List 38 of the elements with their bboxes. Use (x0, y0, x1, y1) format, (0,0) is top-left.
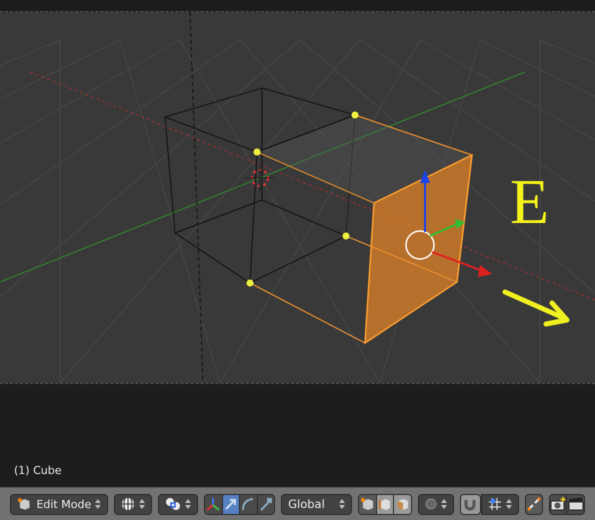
shading-dropdown[interactable] (114, 494, 152, 514)
snap-element-dropdown[interactable] (480, 494, 519, 514)
orientation-dropdown[interactable]: Global (281, 494, 352, 514)
circle-icon (424, 498, 437, 510)
object-label: (1) Cube (14, 464, 62, 477)
updown-icon (139, 498, 145, 510)
manipulator-toggle[interactable] (222, 494, 240, 514)
select-mode-toggle[interactable] (376, 494, 394, 514)
updown-icon (339, 498, 346, 510)
mode-dropdown[interactable]: Edit Mode (10, 494, 108, 514)
annotation-letter: E (510, 166, 550, 237)
arrows-inward-icon (526, 497, 541, 511)
arrow-drawing (502, 290, 570, 326)
grid-icon (488, 497, 502, 511)
pivot-icon (165, 497, 181, 511)
axes-icon (205, 496, 222, 512)
select-mode-toggle[interactable] (394, 494, 411, 514)
snap-toggle[interactable] (460, 494, 481, 514)
3d-cursor (246, 164, 274, 192)
cube-vertex-icon (360, 496, 376, 512)
updown-icon (95, 498, 101, 510)
cube-vertex-icon (17, 496, 32, 512)
select-mode-toggle[interactable] (359, 494, 377, 514)
updown-icon (185, 498, 191, 510)
globe-icon (121, 497, 135, 511)
manipulator-toggle[interactable] (205, 494, 223, 514)
manipulator-toggle[interactable] (258, 494, 274, 514)
pivot-dropdown[interactable] (158, 494, 198, 514)
manipulator-toggle[interactable] (240, 494, 258, 514)
render-animation-button[interactable] (567, 494, 584, 514)
magnet-icon (463, 497, 478, 511)
arrow-icon (222, 496, 239, 512)
pin-button[interactable] (524, 494, 543, 514)
scale-handle-icon (258, 496, 274, 512)
proportional-dropdown[interactable] (418, 494, 454, 514)
updown-icon (440, 498, 447, 510)
updown-icon (506, 498, 512, 510)
render-snapshot-button[interactable] (550, 494, 568, 514)
